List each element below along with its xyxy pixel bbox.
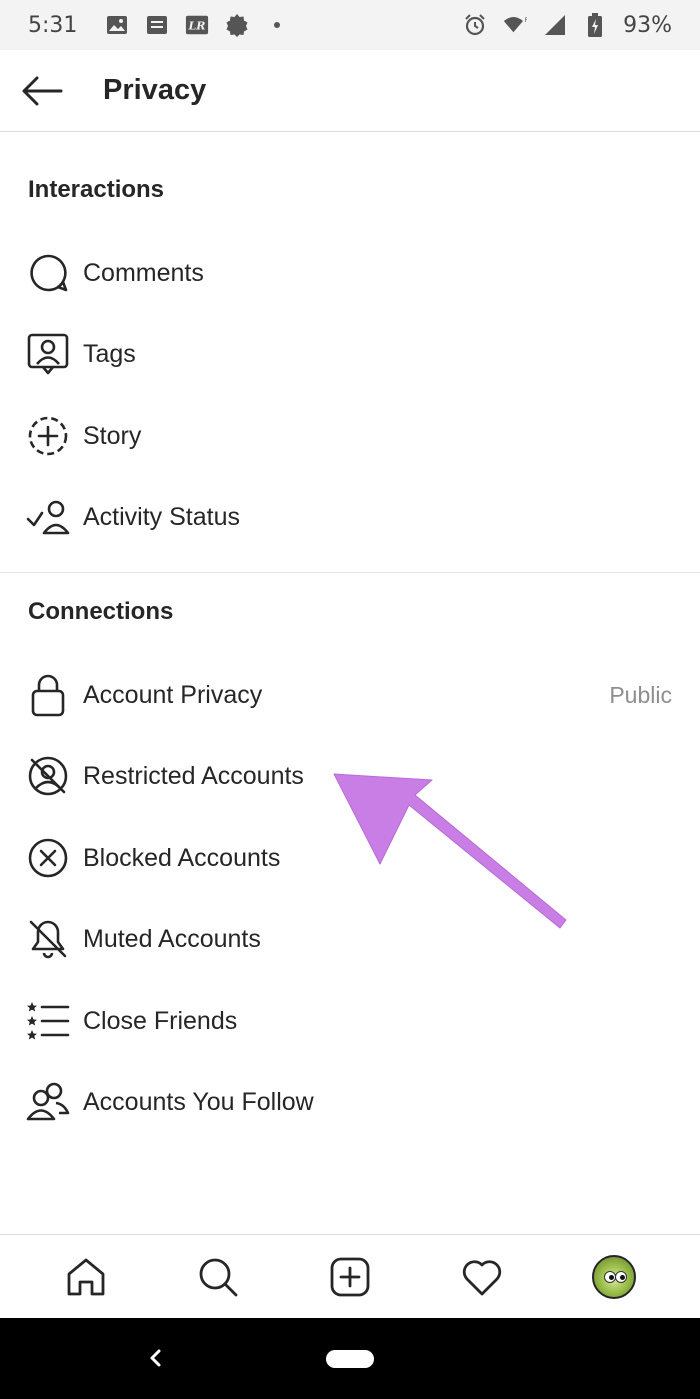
app-header: Privacy <box>0 50 700 132</box>
avatar-eye-right <box>615 1270 627 1283</box>
menu-label: Story <box>83 421 142 450</box>
menu-item-account-privacy[interactable]: Account Privacy Public <box>0 654 700 736</box>
nav-home[interactable] <box>56 1247 116 1307</box>
menu-item-story[interactable]: Story <box>0 395 700 477</box>
menu-item-restricted-accounts[interactable]: Restricted Accounts <box>0 735 700 817</box>
battery-percent: 93% <box>623 12 672 38</box>
system-home-button[interactable] <box>326 1349 374 1368</box>
image-icon <box>105 13 129 37</box>
battery-icon <box>583 13 607 37</box>
status-bar: 5:31 LR R 93% <box>0 0 700 50</box>
section-title-connections: Connections <box>28 598 174 625</box>
home-icon <box>67 1258 105 1295</box>
menu-label: Muted Accounts <box>83 924 261 953</box>
status-right: R 93% <box>463 13 672 38</box>
svg-text:R: R <box>525 16 527 24</box>
nav-search[interactable] <box>188 1247 248 1307</box>
menu-label: Activity Status <box>83 502 240 531</box>
menu-label: Blocked Accounts <box>83 843 281 872</box>
section-divider <box>0 572 700 573</box>
activity-heart-icon <box>462 1259 502 1295</box>
privacy-value: Public <box>609 681 672 708</box>
badge-icon <box>225 13 249 37</box>
signal-icon <box>543 13 567 37</box>
menu-item-activity-status[interactable]: Activity Status <box>0 476 700 558</box>
lr-icon-text: LR <box>188 20 206 33</box>
story-add-icon <box>26 414 70 458</box>
section-title-interactions: Interactions <box>28 176 165 203</box>
menu-item-tags[interactable]: Tags <box>0 313 700 395</box>
message-icon <box>145 13 169 37</box>
profile-avatar <box>592 1254 636 1299</box>
restricted-icon <box>26 754 70 798</box>
menu-item-accounts-you-follow[interactable]: Accounts You Follow <box>0 1061 700 1143</box>
new-post-icon <box>330 1257 370 1296</box>
nav-activity[interactable] <box>452 1247 512 1307</box>
menu-item-comments[interactable]: Comments <box>0 232 700 314</box>
dot-icon <box>265 13 289 37</box>
lr-icon: LR <box>185 13 209 37</box>
menu-label: Account Privacy <box>83 680 263 709</box>
menu-label: Comments <box>83 258 204 287</box>
menu-item-muted-accounts[interactable]: Muted Accounts <box>0 898 700 980</box>
menu-item-close-friends[interactable]: Close Friends <box>0 980 700 1062</box>
blocked-icon <box>26 836 70 880</box>
close-friends-icon <box>26 999 70 1043</box>
bottom-nav <box>0 1234 700 1318</box>
system-nav-bar <box>0 1318 700 1399</box>
status-time: 5:31 <box>28 12 78 38</box>
lock-icon <box>26 673 70 717</box>
page-title: Privacy <box>103 74 207 106</box>
status-left: 5:31 LR <box>28 13 289 38</box>
menu-label: Tags <box>83 339 136 368</box>
tag-person-icon <box>26 332 70 376</box>
menu-label: Close Friends <box>83 1006 238 1035</box>
menu-label: Restricted Accounts <box>83 761 304 790</box>
menu-label: Accounts You Follow <box>83 1087 314 1116</box>
back-button[interactable] <box>0 50 84 132</box>
following-icon <box>26 1080 70 1124</box>
comment-icon <box>26 251 70 295</box>
muted-bell-icon <box>26 917 70 961</box>
system-back-button[interactable] <box>140 1340 170 1376</box>
nav-new-post[interactable] <box>320 1247 380 1307</box>
chevron-left-icon <box>150 1349 161 1367</box>
wifi-icon: R <box>503 13 527 37</box>
menu-item-blocked-accounts[interactable]: Blocked Accounts <box>0 817 700 899</box>
nav-profile[interactable] <box>584 1247 644 1307</box>
arrow-left-icon <box>22 76 63 105</box>
activity-status-icon <box>26 495 70 539</box>
alarm-icon <box>463 13 487 37</box>
search-icon <box>199 1258 238 1296</box>
